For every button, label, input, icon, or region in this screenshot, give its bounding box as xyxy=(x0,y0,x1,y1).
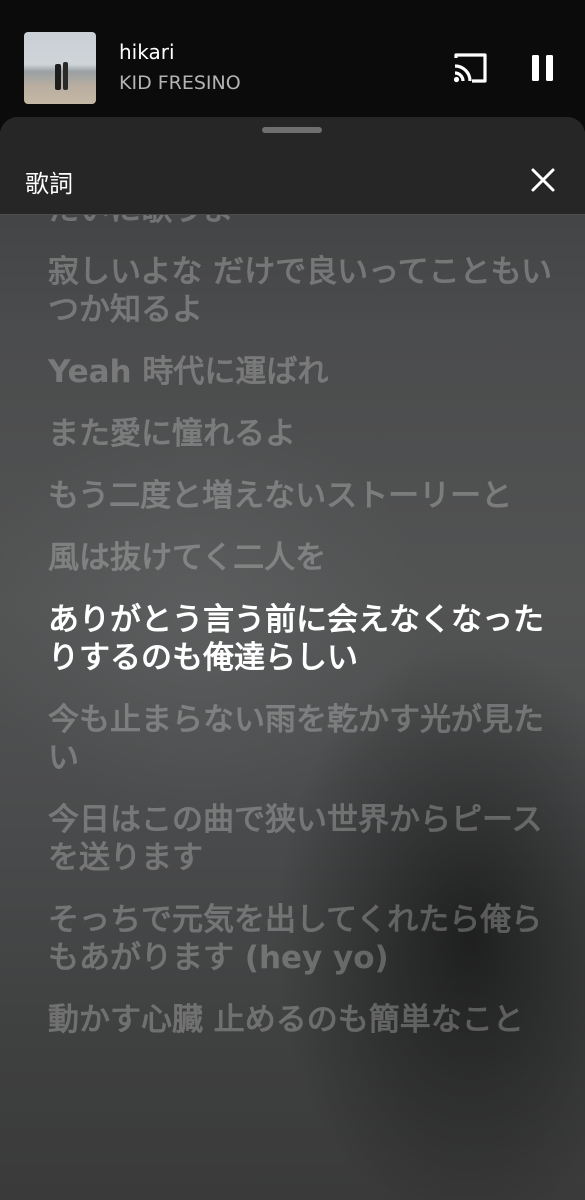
sheet-title: 歌詞 xyxy=(25,170,73,198)
lyrics-sheet-header: 歌詞 xyxy=(0,117,585,215)
lyric-line[interactable]: 今日はこの曲で狭い世界からピースを送ります xyxy=(48,801,558,877)
lyric-line[interactable]: Yeah 時代に運ばれ xyxy=(48,353,558,391)
lyric-line[interactable]: また愛に憧れるよ xyxy=(48,415,558,453)
lyric-line[interactable]: そっちで元気を出してくれたら俺らもあがります (hey yo) xyxy=(48,901,558,977)
lyric-line[interactable]: 寂しいよな だけで良いってこともいつか知るよ xyxy=(48,253,558,329)
lyric-line[interactable]: 動かす心臓 止めるのも簡単なこと xyxy=(48,1001,558,1039)
lyric-line[interactable]: たいに歌うよ xyxy=(48,215,558,229)
lyrics-viewport[interactable]: たいに歌うよ 寂しいよな だけで良いってこともいつか知るよ Yeah 時代に運ば… xyxy=(0,215,585,1200)
lyric-line[interactable]: 今も止まらない雨を乾かす光が見たい xyxy=(48,701,558,777)
pause-button[interactable] xyxy=(525,52,561,84)
lyrics-sheet: 歌詞 たいに歌うよ 寂しいよな だけで良いってこともいつか知るよ Yeah 時代… xyxy=(0,117,585,1200)
close-button[interactable] xyxy=(530,167,556,193)
track-artist: KID FRESINO xyxy=(119,72,241,94)
album-art[interactable] xyxy=(24,32,96,104)
album-art-figure xyxy=(55,64,61,90)
mini-player[interactable]: hikari KID FRESINO xyxy=(0,0,585,118)
close-icon xyxy=(531,168,555,192)
cast-button[interactable] xyxy=(450,50,490,86)
pause-icon xyxy=(532,55,553,81)
cast-icon xyxy=(453,53,487,83)
drag-handle[interactable] xyxy=(262,127,322,133)
lyric-line-active[interactable]: ありがとう言う前に会えなくなったりするのも俺達らしい xyxy=(48,601,558,677)
lyric-line[interactable]: もう二度と増えないストーリーと xyxy=(48,477,558,515)
lyrics-list: たいに歌うよ 寂しいよな だけで良いってこともいつか知るよ Yeah 時代に運ば… xyxy=(48,215,558,1063)
album-art-figure xyxy=(63,62,68,90)
lyric-line[interactable]: 風は抜けてく二人を xyxy=(48,539,558,577)
track-title: hikari xyxy=(119,40,175,64)
